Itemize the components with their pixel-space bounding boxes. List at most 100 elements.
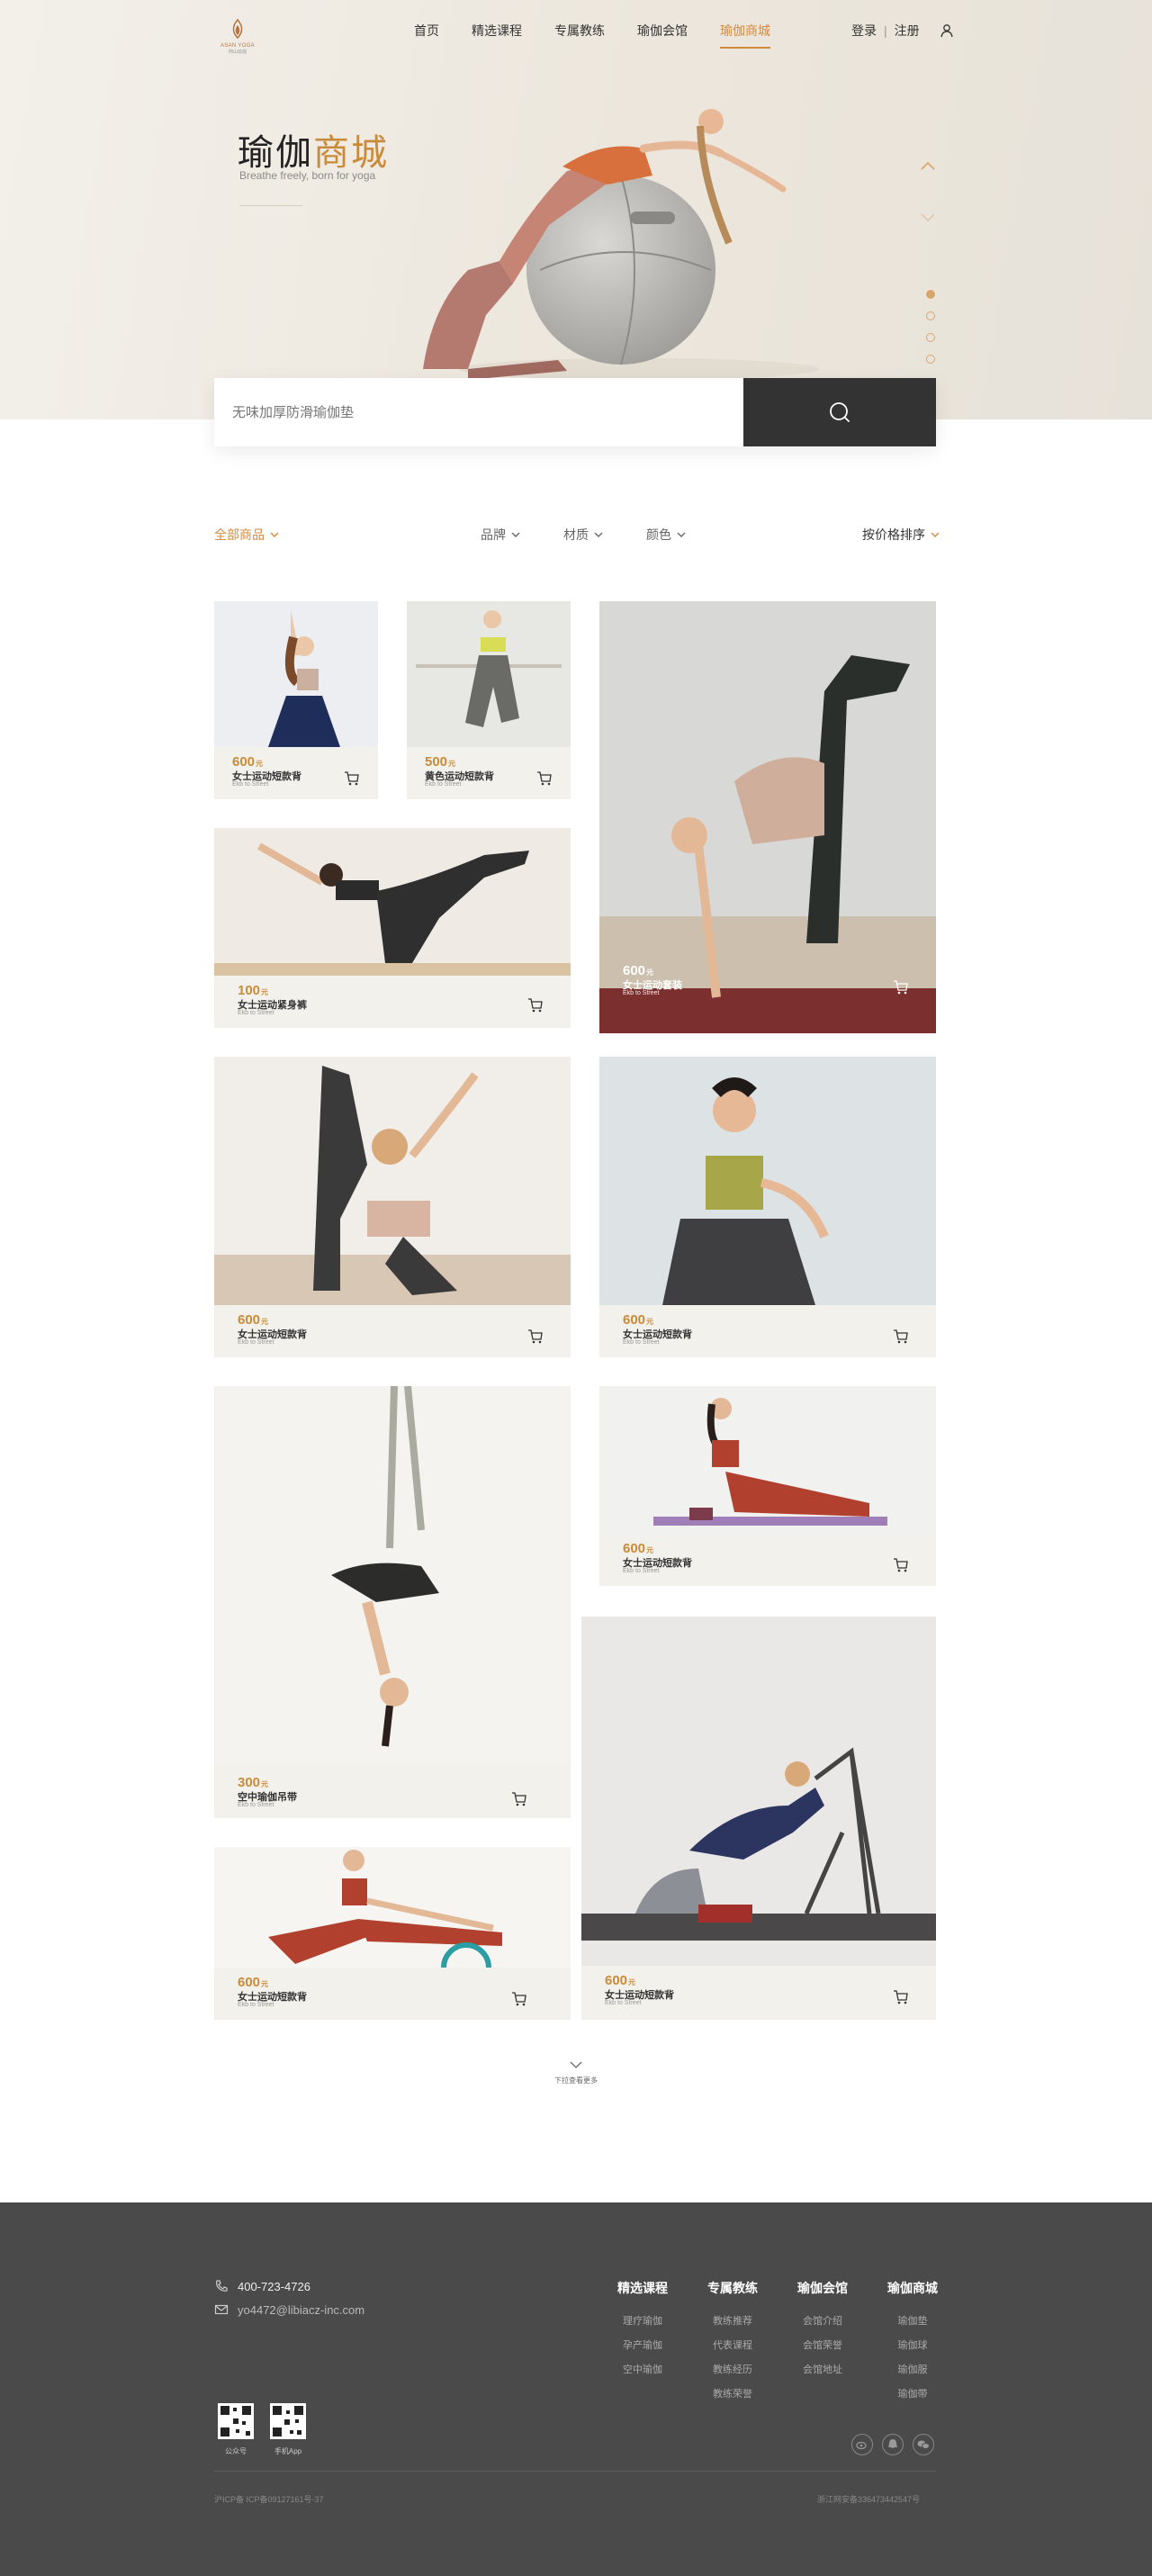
chevron-down-icon [270,532,279,537]
nav-studios[interactable]: 瑜伽会馆 [637,22,688,49]
footer-link[interactable]: 理疗瑜伽 [617,2313,668,2328]
filter-material-label: 材质 [563,527,589,542]
product-photo [214,601,378,747]
product-price: 600 [238,1975,261,1990]
brand-logo[interactable]: ASAN YOGA 阿山瑜伽 [220,18,256,55]
search-bar [214,378,936,446]
footer-link[interactable]: 瑜伽服 [887,2362,938,2376]
footer-link[interactable]: 瑜伽球 [887,2337,938,2352]
phone-number[interactable]: 400-723-4726 [238,2280,310,2293]
wechat-button[interactable] [913,2434,934,2455]
filter-material[interactable]: 材质 [563,526,603,544]
product-card[interactable]: 600元 女士运动短款背 Ekb to Street [599,1386,936,1586]
carousel-dot[interactable] [926,333,935,342]
chevron-down-icon [677,532,686,537]
footer-link[interactable]: 教练推荐 [707,2313,758,2328]
cart-icon[interactable] [511,1791,527,1807]
nav-courses[interactable]: 精选课程 [472,22,522,49]
product-price: 600 [623,963,646,978]
product-card[interactable]: 600元 女士运动套装 Ekb to Street [599,601,936,1033]
chevron-up-icon[interactable] [920,158,936,175]
qr-mobile-app[interactable]: 手机App [270,2403,306,2456]
product-card[interactable]: 600元 女士运动短款背 Ekb to Street [599,1057,936,1357]
product-subtitle: Ekb to Street [623,1568,660,1574]
product-card[interactable]: 100元 女士运动紧身裤 Ekb to Street [214,828,571,1028]
product-subtitle: Ekb to Street [425,781,462,788]
logo-text-cn: 阿山瑜伽 [228,50,247,55]
cart-icon[interactable] [527,1329,544,1345]
qr-official-account[interactable]: 公众号 [218,2403,254,2456]
sort-by-price[interactable]: 按价格排序 [862,526,940,544]
filter-brand[interactable]: 品牌 [481,526,520,544]
footer-link[interactable]: 教练经历 [707,2362,758,2376]
product-photo [599,1386,936,1536]
carousel-dot[interactable] [926,355,935,364]
cart-icon[interactable] [893,1557,909,1573]
qr-code-icon [270,2403,306,2439]
nav-coaches[interactable]: 专属教练 [554,22,605,49]
search-input[interactable] [214,378,743,446]
footer-col-title: 专属教练 [707,2281,758,2295]
product-photo [214,1386,571,1764]
cart-icon[interactable] [893,979,909,995]
lotus-icon [232,18,243,40]
footer-link[interactable]: 瑜伽垫 [887,2313,938,2328]
hero-title: 瑜伽商城 [238,123,389,176]
search-button[interactable] [743,378,936,446]
carousel-dot[interactable] [926,290,935,299]
product-card[interactable]: 500元 黄色运动短款背 Ekb to Street [407,601,571,799]
footer-col-title: 瑜伽会馆 [797,2281,848,2295]
footer-divider [214,2471,936,2472]
footer-phone: 400-723-4726 [214,2279,310,2293]
footer-link[interactable]: 会馆荣誉 [797,2337,848,2352]
filter-all-label: 全部商品 [214,527,265,542]
footer-link[interactable]: 孕产瑜伽 [617,2337,668,2352]
product-subtitle: Ekb to Street [238,1339,274,1346]
product-photo [214,1057,571,1305]
register-link[interactable]: 注册 [895,22,920,40]
hero-banner [0,0,1152,419]
weibo-button[interactable] [851,2434,873,2455]
carousel-dot[interactable] [926,311,935,320]
filter-color[interactable]: 颜色 [646,526,686,544]
user-icon[interactable] [940,23,954,38]
cart-icon[interactable] [536,770,553,787]
product-photo [599,1057,936,1305]
footer-link[interactable]: 会馆地址 [797,2362,848,2376]
cart-icon[interactable] [893,1329,909,1345]
qr-code-icon [218,2403,254,2439]
email-address[interactable]: yo4472@libiacz-inc.com [238,2303,364,2317]
footer-col-title: 瑜伽商城 [887,2281,938,2295]
chevron-down-icon [511,532,520,537]
auth-divider: | [884,23,887,38]
product-card[interactable]: 300元 空中瑜伽吊带 Ekb to Street [214,1386,571,1818]
product-card[interactable]: 600元 女士运动短款背 Ekb to Street [214,1057,571,1357]
weibo-icon [856,2441,867,2450]
nav-home[interactable]: 首页 [414,22,439,49]
cart-icon[interactable] [893,1989,909,2005]
load-more[interactable]: 下拉查看更多 [551,2061,601,2085]
footer-link[interactable]: 会馆介绍 [797,2313,848,2328]
cart-icon[interactable] [344,770,360,787]
hero-subtitle: Breathe freely, born for yoga [239,169,376,182]
load-more-label: 下拉查看更多 [554,2076,598,2085]
footer-link[interactable]: 瑜伽带 [887,2386,938,2400]
chevron-down-icon[interactable] [920,209,936,225]
cart-icon[interactable] [527,997,544,1013]
qq-button[interactable] [882,2434,904,2455]
login-link[interactable]: 登录 [851,22,877,40]
filter-all-products[interactable]: 全部商品 [214,526,279,544]
footer-col-courses: 精选课程 理疗瑜伽 孕产瑜伽 空中瑜伽 [617,2279,668,2386]
product-card[interactable]: 600元 女士运动短款背 Ekb to Street [214,601,378,799]
product-card[interactable]: 600元 女士运动短款背 Ekb to Street [581,1617,936,2020]
product-card[interactable]: 600元 女士运动短款背 Ekb to Street [214,1847,571,2020]
nav-shop[interactable]: 瑜伽商城 [720,22,770,49]
footer-link[interactable]: 教练荣誉 [707,2386,758,2400]
cart-icon[interactable] [511,1991,527,2007]
product-photo [214,1847,571,1968]
footer-email: yo4472@libiacz-inc.com [214,2302,364,2317]
footer-link[interactable]: 代表课程 [707,2337,758,2352]
footer-link[interactable]: 空中瑜伽 [617,2362,668,2376]
price-unit: 元 [261,1980,269,1988]
price-unit: 元 [261,1780,269,1788]
